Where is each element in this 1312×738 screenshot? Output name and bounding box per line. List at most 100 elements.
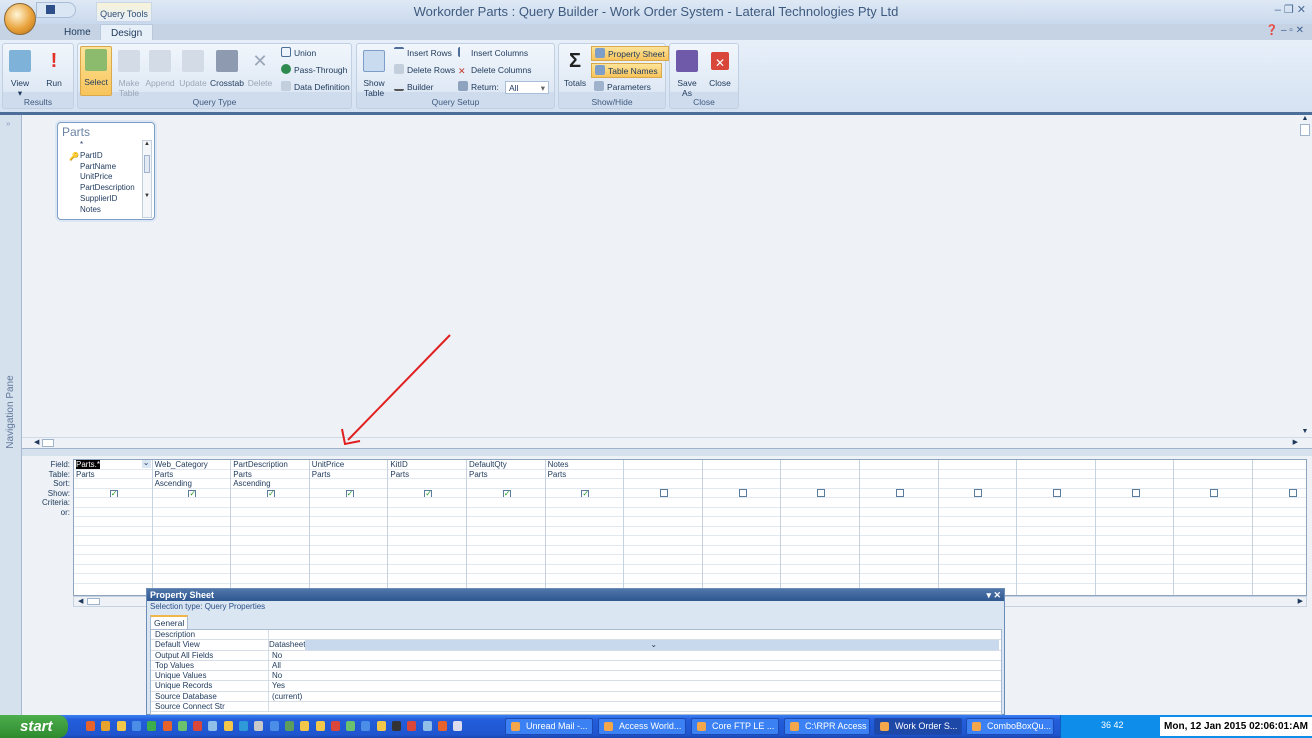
or-cell[interactable] <box>938 555 1017 565</box>
property-row[interactable]: Source Database (current) <box>151 691 1001 703</box>
field-item[interactable]: UnitPrice <box>64 172 138 183</box>
or-cell[interactable] <box>1095 508 1174 517</box>
or-cell[interactable] <box>702 508 781 517</box>
or-cell[interactable] <box>74 508 152 517</box>
criteria-cell[interactable] <box>624 498 702 508</box>
or-cell[interactable] <box>467 527 545 536</box>
grid-sort-cell[interactable] <box>388 479 466 489</box>
or-cell[interactable] <box>781 517 859 527</box>
help-icon[interactable]: ❓ ‒ ▫ ✕ <box>1266 25 1304 36</box>
grid-field-cell[interactable]: UnitPrice <box>309 460 388 470</box>
or-cell[interactable] <box>152 574 231 584</box>
or-cell[interactable] <box>1253 536 1306 546</box>
or-cell[interactable] <box>388 555 466 565</box>
or-cell[interactable] <box>1253 508 1306 517</box>
grid-table-cell[interactable] <box>781 470 859 479</box>
or-cell[interactable] <box>1174 546 1252 555</box>
or-cell[interactable] <box>1174 536 1252 546</box>
or-cell[interactable] <box>860 574 938 584</box>
close-icon[interactable]: ▾ ✕ <box>986 590 1001 601</box>
totals-button[interactable]: Σ Totals <box>561 48 589 88</box>
grid-field-cell[interactable] <box>860 460 938 470</box>
quick-launch-icon[interactable] <box>300 721 310 731</box>
grid-field-cell[interactable]: DefaultQty <box>467 460 545 470</box>
or-cell[interactable] <box>702 555 781 565</box>
or-cell[interactable] <box>624 536 702 546</box>
property-row[interactable]: Unique Records Yes <box>151 681 1001 692</box>
taskbar-button[interactable]: Work Order S... <box>874 718 962 735</box>
grid-field-cell[interactable] <box>702 460 781 470</box>
grid-sort-cell[interactable] <box>624 479 702 489</box>
or-cell[interactable] <box>74 536 152 546</box>
delete-button[interactable]: ✕ Delete <box>246 48 274 88</box>
or-cell[interactable] <box>309 555 388 565</box>
or-cell[interactable] <box>309 517 388 527</box>
grid-table-cell[interactable]: Parts <box>388 470 466 479</box>
grid-sort-cell[interactable] <box>702 479 781 489</box>
show-checkbox[interactable]: ✓ <box>188 489 197 498</box>
union-button[interactable]: Union <box>278 46 319 61</box>
or-cell[interactable] <box>467 546 545 555</box>
quick-launch-icon[interactable] <box>162 721 172 731</box>
grid-sort-cell[interactable] <box>74 479 152 489</box>
property-row[interactable]: Unique Values No <box>151 671 1001 682</box>
or-cell[interactable] <box>624 565 702 574</box>
or-cell[interactable] <box>938 574 1017 584</box>
or-cell[interactable] <box>309 565 388 574</box>
criteria-cell[interactable] <box>702 498 781 508</box>
property-row[interactable]: Description <box>151 630 1001 641</box>
or-cell[interactable] <box>624 555 702 565</box>
quick-launch-icon[interactable] <box>453 721 463 731</box>
taskbar-button[interactable]: ComboBoxQu... <box>966 718 1054 735</box>
or-cell[interactable] <box>1253 574 1306 584</box>
field-item[interactable]: Notes <box>64 205 138 216</box>
criteria-cell[interactable] <box>1017 498 1095 508</box>
quick-launch-icon[interactable] <box>193 721 203 731</box>
or-cell[interactable] <box>624 517 702 527</box>
property-value[interactable]: Datasheet <box>269 640 305 649</box>
query-design-grid[interactable]: Parts.* ⌄ Parts ✓ Web_Category Parts Ascending… <box>73 459 1307 596</box>
table-design-area[interactable] <box>22 115 1298 437</box>
or-cell[interactable] <box>702 574 781 584</box>
or-cell[interactable] <box>624 508 702 517</box>
quick-launch-icon[interactable] <box>437 721 447 731</box>
or-cell[interactable] <box>467 555 545 565</box>
or-cell[interactable] <box>938 517 1017 527</box>
criteria-cell[interactable] <box>388 498 466 508</box>
or-cell[interactable] <box>702 536 781 546</box>
grid-field-cell[interactable]: KitID <box>388 460 466 470</box>
or-cell[interactable] <box>860 565 938 574</box>
vertical-scrollbar[interactable]: ▲ ▼ <box>1298 115 1312 437</box>
criteria-cell[interactable] <box>1253 498 1306 508</box>
navigation-pane[interactable]: » Navigation Pane <box>0 115 22 715</box>
or-cell[interactable] <box>388 517 466 527</box>
or-cell[interactable] <box>152 546 231 555</box>
or-cell[interactable] <box>231 527 309 536</box>
builder-button[interactable]: Builder <box>391 80 436 95</box>
or-cell[interactable] <box>74 517 152 527</box>
pane-splitter[interactable] <box>22 448 1312 456</box>
office-button[interactable] <box>4 3 36 35</box>
grid-sort-cell[interactable]: Ascending <box>231 479 309 489</box>
or-cell[interactable] <box>309 546 388 555</box>
or-cell[interactable] <box>860 536 938 546</box>
field-item[interactable]: PartDescription <box>64 183 138 194</box>
data-definition-button[interactable]: Data Definition <box>278 80 353 95</box>
quick-launch-icon[interactable] <box>361 721 371 731</box>
quick-launch-icon[interactable] <box>284 721 294 731</box>
or-cell[interactable] <box>388 574 466 584</box>
quick-launch-icon[interactable] <box>223 721 233 731</box>
or-cell[interactable] <box>781 565 859 574</box>
or-cell[interactable] <box>545 517 624 527</box>
or-cell[interactable] <box>309 508 388 517</box>
crosstab-button[interactable]: Crosstab <box>209 48 245 88</box>
quick-launch-icon[interactable] <box>177 721 187 731</box>
grid-table-cell[interactable]: Parts <box>309 470 388 479</box>
show-checkbox[interactable]: ✓ <box>502 489 511 498</box>
property-value[interactable]: No <box>269 651 1001 660</box>
or-cell[interactable] <box>74 527 152 536</box>
or-cell[interactable] <box>231 508 309 517</box>
grid-table-cell[interactable]: Parts <box>74 470 152 479</box>
pass-through-button[interactable]: Pass-Through <box>278 63 350 78</box>
or-cell[interactable] <box>545 565 624 574</box>
